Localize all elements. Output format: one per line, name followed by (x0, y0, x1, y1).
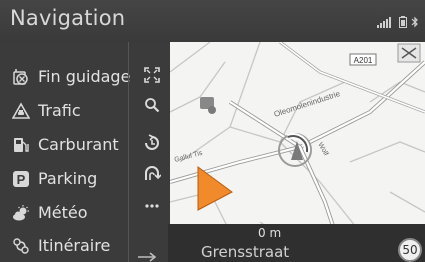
next-turn-arrow-icon (138, 252, 157, 262)
route-icon (13, 238, 29, 254)
menu-item-route[interactable]: Itinéraire (0, 229, 128, 262)
speed-limit-sign: 50 (398, 238, 422, 262)
menu-item-weather[interactable]: Météo (0, 196, 128, 230)
vehicle-position-icon (197, 166, 233, 211)
street-label-0: Oleomolenindustrie (273, 89, 342, 119)
guidance-bar: 0 m Grensstraat (168, 224, 425, 262)
fullscreen-button[interactable] (137, 62, 167, 88)
header-bar: Navigation (0, 0, 425, 42)
menu-label-route: Itinéraire (38, 236, 111, 255)
bluetooth-icon (411, 16, 418, 28)
menu-label-parking: Parking (38, 169, 98, 188)
menu-label-traffic: Trafic (38, 101, 81, 120)
traffic-warning-icon (12, 102, 30, 119)
search-button[interactable] (137, 92, 167, 118)
status-icons (377, 16, 419, 28)
distance-to-turn: 0 m (258, 226, 282, 240)
signal-strength-icon (377, 17, 391, 28)
parking-icon: P (13, 171, 29, 187)
street-label-4: Gallul Tis (174, 150, 204, 164)
search-icon (145, 98, 160, 113)
svg-text:P: P (17, 172, 26, 187)
fullscreen-icon (144, 67, 160, 83)
panel-divider (128, 42, 129, 262)
phone-battery-icon (399, 16, 407, 28)
avoid-route-icon (145, 166, 161, 180)
menu-item-parking[interactable]: P Parking (0, 162, 128, 196)
menu-item-traffic[interactable]: Trafic (0, 94, 128, 128)
street-label-2: Wolf (316, 142, 329, 158)
fuel-pump-icon (14, 138, 29, 152)
more-options-button[interactable] (137, 193, 167, 219)
page-title: Navigation (10, 6, 126, 30)
avoid-route-button[interactable] (137, 161, 167, 187)
road-shield-label: A201 (354, 56, 373, 65)
navigation-screen: Navigation Fin guidage Trafic Carburant … (0, 0, 425, 262)
weather-icon (13, 205, 29, 221)
menu-label-end-guidance: Fin guidage (38, 67, 131, 86)
current-street-name: Grensstraat (201, 243, 290, 261)
menu-item-end-guidance[interactable]: Fin guidage (0, 60, 131, 94)
menu-item-fuel[interactable]: Carburant (0, 128, 128, 162)
reroute-button[interactable] (137, 130, 167, 156)
menu-label-fuel: Carburant (38, 135, 119, 154)
menu-label-weather: Météo (38, 203, 88, 222)
end-guidance-icon (13, 69, 28, 85)
more-icon (145, 204, 159, 208)
reroute-icon (145, 134, 159, 150)
